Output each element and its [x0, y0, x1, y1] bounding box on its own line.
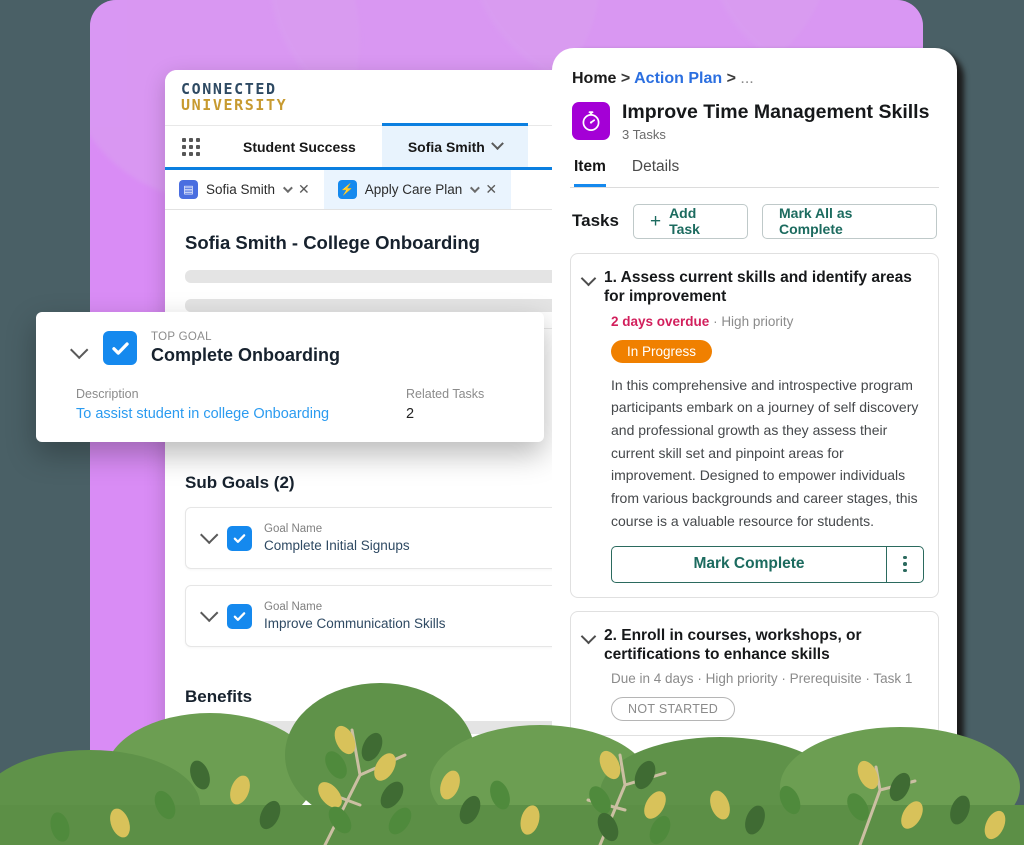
waffle-icon: [182, 137, 200, 156]
task-meta: 2 days overdue · High priority: [611, 313, 924, 331]
status-badge: NOT STARTED: [611, 697, 736, 722]
tab-item[interactable]: Item: [574, 158, 606, 187]
description-value[interactable]: To assist student in college Onboarding: [76, 406, 406, 422]
breadcrumb-separator: >: [726, 70, 736, 87]
sub-goal-name: Complete Initial Signups: [264, 537, 410, 553]
breadcrumb-overflow[interactable]: ...: [740, 70, 753, 87]
chevron-down-icon[interactable]: [200, 525, 219, 544]
meta-separator: ·: [781, 671, 790, 687]
task-title: 2. Enroll in courses, workshops, or cert…: [604, 626, 924, 665]
more-actions-button[interactable]: [886, 545, 924, 583]
checkbox-checked-icon[interactable]: [103, 331, 137, 366]
tab-details[interactable]: Details: [632, 158, 679, 187]
breadcrumb-action-plan[interactable]: Action Plan: [634, 70, 722, 87]
add-task-button[interactable]: + Add Task: [632, 203, 748, 239]
breadcrumb-separator: >: [620, 70, 631, 87]
stopwatch-icon: [572, 102, 610, 140]
related-tasks-value: 2: [406, 405, 415, 422]
chevron-down-icon[interactable]: [282, 183, 293, 194]
panel-subtitle: 3 Tasks: [622, 126, 666, 142]
related-tasks-label: Related Tasks: [406, 386, 485, 401]
panel-title: Improve Time Management Skills: [622, 101, 930, 123]
nav-item-label: Sofia Smith: [407, 138, 485, 155]
task-title: 1. Assess current skills and identify ar…: [604, 268, 924, 307]
task-header: 2. Enroll in courses, workshops, or cert…: [580, 626, 924, 665]
task-due: 2 days overdue: [611, 313, 710, 329]
task-number: 2.: [604, 626, 617, 644]
add-task-label: Add Task: [669, 205, 700, 238]
app-launcher-button[interactable]: [165, 126, 217, 167]
tab-label: Apply Care Plan: [364, 182, 463, 197]
nav-item-student-success[interactable]: Student Success: [217, 126, 382, 167]
breadcrumb: Home > Action Plan > ...: [570, 66, 939, 100]
sub-goal-label: Goal Name: [264, 600, 323, 613]
screenshot-root: CONNECTED UNIVERSITY Search... Student S…: [0, 0, 1024, 845]
top-goal-header: TOP GOAL Complete Onboarding: [58, 330, 522, 367]
description-label: Description: [76, 386, 139, 401]
account-icon: ▤: [179, 180, 198, 199]
plus-icon: +: [649, 210, 662, 232]
task-title-text: Enroll in courses, workshops, or certifi…: [604, 626, 862, 663]
chevron-down-icon[interactable]: [200, 603, 219, 622]
top-goal-fields: Description To assist student in college…: [58, 387, 522, 422]
task-description: In this comprehensive and introspective …: [611, 376, 919, 529]
task-body: 2 days overdue · High priority In Progre…: [583, 313, 924, 583]
nav-item-sofia-smith[interactable]: Sofia Smith: [381, 123, 528, 167]
task-number: 1.: [604, 268, 617, 286]
task-meta: Due in 4 days · High priority · Prerequi…: [611, 670, 924, 688]
chevron-down-icon[interactable]: [70, 340, 89, 360]
related-tasks-field: Related Tasks 2: [406, 387, 484, 422]
chevron-down-icon[interactable]: [470, 183, 481, 194]
mark-all-label: Mark All as Complete: [779, 205, 853, 238]
description-field: Description To assist student in college…: [76, 387, 406, 422]
checkbox-checked-icon[interactable]: [227, 525, 252, 551]
task-card[interactable]: 1. Assess current skills and identify ar…: [570, 252, 939, 598]
status-badge: In Progress: [611, 339, 713, 363]
breadcrumb-home[interactable]: Home: [572, 70, 616, 87]
tab-sofia-smith[interactable]: ▤ Sofia Smith ✕: [165, 170, 324, 209]
meta-separator: ·: [697, 671, 706, 687]
sub-goal-name: Improve Communication Skills: [264, 615, 446, 631]
chevron-down-icon[interactable]: [580, 628, 597, 644]
placeholder-bar: [185, 750, 510, 763]
task-header: 1. Assess current skills and identify ar…: [580, 268, 924, 307]
close-icon[interactable]: ✕: [485, 181, 497, 198]
tab-label: Sofia Smith: [206, 182, 276, 197]
sub-goal-label: Goal Name: [264, 522, 323, 535]
tasks-toolbar: Tasks + Add Task Mark All as Complete: [570, 188, 939, 253]
task-prerequisite: Prerequisite · Task 1: [789, 671, 913, 687]
panel-tabs: Item Details: [570, 152, 939, 188]
top-goal-title: Complete Onboarding: [151, 345, 340, 366]
tasks-label: Tasks: [572, 211, 619, 231]
mark-all-as-complete-button[interactable]: Mark All as Complete: [762, 203, 937, 239]
task-title-text: Assess current skills and identify areas…: [604, 268, 912, 306]
nav-item-label: Student Success: [243, 138, 356, 155]
mark-complete-button[interactable]: Mark Complete: [611, 545, 886, 583]
task-priority: High priority: [705, 671, 778, 687]
chevron-down-icon: [490, 137, 504, 151]
chevron-down-icon[interactable]: [580, 270, 597, 287]
task-due: Due in 4 days: [611, 671, 694, 687]
panel-inner: Home > Action Plan > ... Improve Time Ma…: [552, 48, 957, 800]
logo-line-2: UNIVERSITY: [181, 95, 288, 114]
checkbox-checked-icon[interactable]: [227, 603, 252, 629]
task-priority: High priority: [721, 313, 794, 329]
top-goal-card: TOP GOAL Complete Onboarding Description…: [36, 312, 544, 442]
action-plan-panel: Home > Action Plan > ... Improve Time Ma…: [552, 48, 957, 800]
bolt-icon: ⚡: [337, 180, 357, 199]
top-goal-kicker: TOP GOAL: [151, 331, 212, 343]
task-actions: Mark Complete: [611, 545, 924, 583]
panel-title-row: Improve Time Management Skills 3 Tasks: [570, 100, 939, 152]
close-icon[interactable]: ✕: [298, 181, 310, 198]
app-logo: CONNECTED UNIVERSITY: [181, 81, 288, 114]
tab-apply-care-plan[interactable]: ⚡ Apply Care Plan ✕: [323, 170, 512, 209]
task-card[interactable]: 2. Enroll in courses, workshops, or cert…: [570, 610, 939, 737]
task-body: Due in 4 days · High priority · Prerequi…: [583, 670, 924, 722]
